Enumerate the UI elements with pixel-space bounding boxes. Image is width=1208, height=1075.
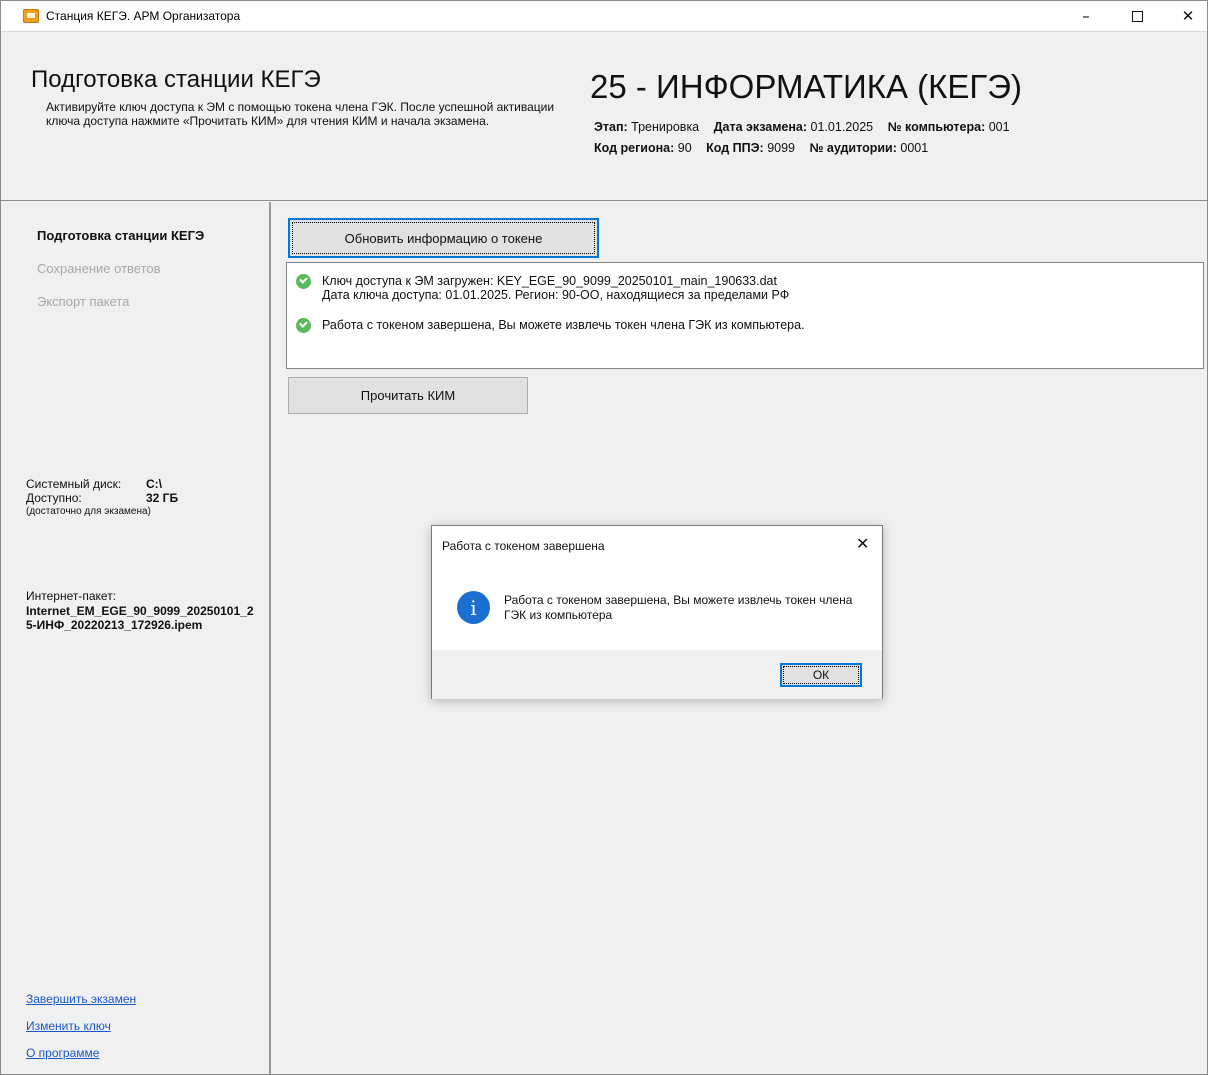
close-button[interactable]: ✕ (1165, 1, 1207, 31)
dialog-message: Работа с токеном завершена, Вы можете из… (504, 593, 853, 622)
token-done-dialog: Работа с токеном завершена ✕ i Работа с … (431, 525, 883, 699)
log-line: Дата ключа доступа: 01.01.2025. Регион: … (322, 288, 790, 302)
log-line: Работа с токеном завершена, Вы можете из… (322, 318, 805, 332)
dialog-close-button[interactable]: ✕ (856, 534, 869, 553)
sidebar-item-save-answers: Сохранение ответов (37, 261, 161, 276)
sidebar-item-preparation[interactable]: Подготовка станции КЕГЭ (37, 228, 204, 243)
free-space-hint: (достаточно для экзамена) (26, 506, 151, 517)
disk-info: Системный диск: C:\ Доступно: 32 ГБ (дос… (26, 477, 178, 519)
free-space-label: Доступно: (26, 491, 82, 505)
title-bar: Станция КЕГЭ. АРМ Организатора – ✕ (1, 1, 1207, 31)
date-label: Дата экзамена: (713, 120, 808, 134)
check-circle-icon (296, 318, 311, 333)
ppe-value: 9099 (767, 141, 796, 155)
minimize-button[interactable]: – (1063, 1, 1109, 31)
sidebar-item-export-package: Экспорт пакета (37, 294, 130, 309)
info-icon: i (457, 591, 490, 624)
page-description: Активируйте ключ доступа к ЭМ с помощью … (46, 100, 555, 128)
date-value: 01.01.2025 (810, 120, 874, 134)
app-window: Станция КЕГЭ. АРМ Организатора – ✕ Подго… (0, 0, 1208, 1075)
app-monitor-icon (23, 9, 39, 23)
log-entry: Ключ доступа к ЭМ загружен: KEY_EGE_90_9… (296, 274, 789, 302)
window-title: Станция КЕГЭ. АРМ Организатора (46, 9, 241, 23)
finish-exam-link[interactable]: Завершить экзамен (26, 992, 136, 1006)
dialog-footer: ОК (432, 650, 882, 699)
system-disk-label: Системный диск: (26, 477, 122, 491)
room-value: 0001 (900, 141, 929, 155)
change-key-link[interactable]: Изменить ключ (26, 1019, 111, 1033)
read-kim-button[interactable]: Прочитать КИМ (288, 377, 528, 414)
page-title: Подготовка станции КЕГЭ (31, 66, 321, 93)
maximize-button[interactable] (1114, 1, 1160, 31)
package-name: Internet_EM_EGE_90_9099_20250101_25-ИНФ_… (26, 604, 254, 632)
ppe-label: Код ППЭ: (706, 141, 764, 155)
token-log: Ключ доступа к ЭМ загружен: KEY_EGE_90_9… (286, 262, 1204, 369)
region-value: 90 (677, 141, 692, 155)
log-line: Ключ доступа к ЭМ загружен: KEY_EGE_90_9… (322, 274, 777, 288)
subject-title: 25 - ИНФОРМАТИКА (КЕГЭ) (590, 68, 1022, 105)
stage-label: Этап: (594, 120, 628, 134)
exam-info-row-1: Этап: Тренировка Дата экзамена: 01.01.20… (594, 120, 1021, 134)
dialog-body: i Работа с токеном завершена, Вы можете … (432, 562, 882, 650)
log-text: Ключ доступа к ЭМ загружен: KEY_EGE_90_9… (322, 274, 789, 302)
package-label: Интернет-пакет: (26, 589, 117, 603)
log-entry: Работа с токеном завершена, Вы можете из… (296, 318, 805, 333)
region-label: Код региона: (594, 141, 675, 155)
room-label: № аудитории: (809, 141, 897, 155)
computer-label: № компьютера: (887, 120, 986, 134)
computer-value: 001 (988, 120, 1010, 134)
system-disk-value: C:\ (146, 477, 162, 491)
check-circle-icon (296, 274, 311, 289)
dialog-title: Работа с токеном завершена (442, 539, 605, 553)
header-panel: Подготовка станции КЕГЭ Активируйте ключ… (1, 31, 1207, 201)
maximize-icon (1131, 10, 1143, 22)
exam-info-row-2: Код региона: 90 Код ППЭ: 9099 № аудитори… (594, 141, 939, 155)
sidebar: Подготовка станции КЕГЭ Сохранение ответ… (1, 202, 271, 1074)
stage-value: Тренировка (631, 120, 700, 134)
free-space-value: 32 ГБ (146, 491, 179, 505)
about-link[interactable]: О программе (26, 1046, 99, 1060)
ok-button[interactable]: ОК (780, 663, 862, 687)
refresh-token-button[interactable]: Обновить информацию о токене (288, 218, 599, 258)
